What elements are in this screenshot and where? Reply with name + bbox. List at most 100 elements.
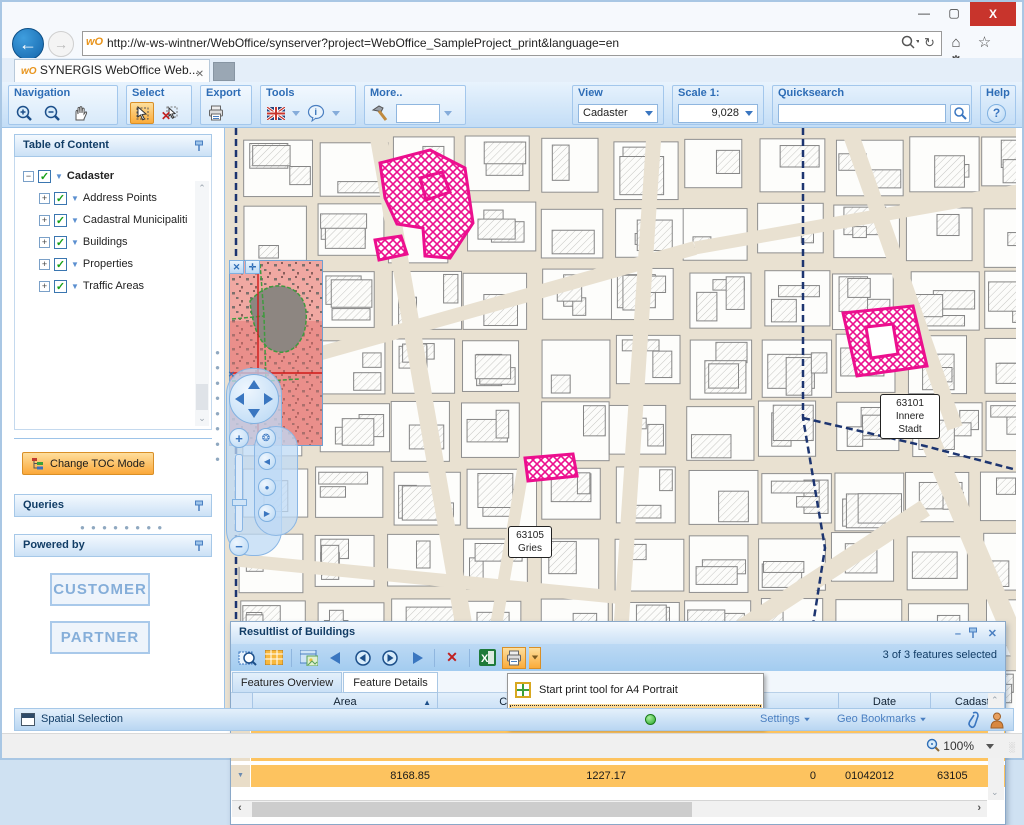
zoom-in-button[interactable]: + xyxy=(229,428,249,448)
expand-icon[interactable]: + xyxy=(39,237,50,248)
customer-logo[interactable]: CUSTOMER xyxy=(50,573,150,606)
expand-icon[interactable]: + xyxy=(39,215,50,226)
zoom-dropdown-icon[interactable] xyxy=(986,744,994,749)
close-button[interactable]: X xyxy=(970,2,1016,26)
scroll-thumb[interactable] xyxy=(252,802,692,817)
url-field[interactable]: http://w-ws-wintner/WebOffice/synserver?… xyxy=(82,31,942,56)
refresh-icon[interactable]: ↻ xyxy=(924,35,935,51)
full-extent-button[interactable]: ❂ xyxy=(256,428,276,448)
layer-label[interactable]: Buildings xyxy=(83,236,128,248)
new-tab-button[interactable] xyxy=(213,62,235,81)
layer-checkbox[interactable]: ✓ xyxy=(54,280,67,293)
overview-move-icon[interactable]: ✛ xyxy=(245,260,260,274)
expand-icon[interactable]: + xyxy=(39,193,50,204)
view-select[interactable]: Cadaster xyxy=(578,104,658,123)
row-options-icon[interactable]: ▼ xyxy=(231,765,251,787)
zoom-slider-thumb[interactable] xyxy=(232,499,247,506)
more-tools-select[interactable] xyxy=(396,104,440,123)
zoom-slider-track[interactable] xyxy=(235,454,243,532)
resultlist-horizontal-scrollbar[interactable]: ‹ › xyxy=(232,800,987,817)
back-button[interactable]: ← xyxy=(12,28,44,60)
toc-layer-row[interactable]: + ✓ ▼ Address Points xyxy=(39,189,157,207)
poweredby-panel-header[interactable]: Powered by xyxy=(14,534,212,557)
spatial-selection-icon[interactable] xyxy=(21,713,35,726)
next-extent-button[interactable]: ▶ xyxy=(258,504,276,522)
layer-checkbox[interactable]: ✓ xyxy=(54,214,67,227)
tools-hammer-icon[interactable] xyxy=(368,102,392,124)
scroll-down-icon[interactable]: ⌄ xyxy=(195,413,209,424)
layer-label[interactable]: Address Points xyxy=(83,192,157,204)
info-dropdown-icon[interactable] xyxy=(332,111,340,116)
scroll-up-icon[interactable]: ⌃ xyxy=(991,695,999,706)
panel-splitter-handle[interactable]: ● ● ● ● ● ● ● ● xyxy=(80,523,164,532)
excel-export-icon[interactable]: X xyxy=(475,647,499,669)
toc-root-row[interactable]: − ✓ ▼ Cadaster xyxy=(23,167,114,185)
table-view-icon[interactable] xyxy=(262,647,286,669)
pan-hand-icon[interactable] xyxy=(68,102,92,124)
print-results-icon[interactable] xyxy=(502,647,526,669)
favorites-star-icon[interactable]: ☆ xyxy=(972,33,996,51)
toc-layer-row[interactable]: + ✓ ▼ Cadastral Municipaliti xyxy=(39,211,187,229)
scale-dropdown-icon[interactable] xyxy=(745,111,753,116)
minimize-button[interactable]: — xyxy=(910,2,938,24)
search-icon[interactable] xyxy=(899,34,919,52)
layer-label[interactable]: Traffic Areas xyxy=(83,280,144,292)
toc-panel-header[interactable]: Table of Content xyxy=(14,134,212,157)
layer-checkbox[interactable]: ✓ xyxy=(54,258,67,271)
flag-dropdown-icon[interactable] xyxy=(292,111,300,116)
change-toc-mode-button[interactable]: Change TOC Mode xyxy=(22,452,154,475)
scroll-right-icon[interactable]: › xyxy=(977,802,981,814)
select-features-icon[interactable] xyxy=(130,102,154,124)
pan-compass-control[interactable] xyxy=(229,374,279,424)
scroll-thumb[interactable] xyxy=(196,384,208,410)
measure-pin-icon[interactable] xyxy=(965,711,981,729)
table-with-map-icon[interactable] xyxy=(297,647,321,669)
layer-dropdown-icon[interactable]: ▼ xyxy=(71,238,79,247)
first-feature-icon[interactable] xyxy=(324,647,348,669)
minimize-panel-icon[interactable]: – xyxy=(955,624,961,645)
clear-selection-icon[interactable]: ✕ xyxy=(158,102,182,124)
tab-feature-details[interactable]: Feature Details xyxy=(343,672,438,693)
home-icon[interactable]: ⌂ xyxy=(944,34,968,51)
layer-dropdown-icon[interactable]: ▼ xyxy=(71,216,79,225)
last-feature-icon[interactable] xyxy=(405,647,429,669)
layer-dropdown-icon[interactable]: ▼ xyxy=(71,260,79,269)
zoom-to-selection-icon[interactable] xyxy=(235,647,259,669)
resultlist-header[interactable]: Resultlist of Buildings – ✕ xyxy=(231,622,1005,645)
quicksearch-button[interactable] xyxy=(950,104,970,123)
table-row[interactable]: ▼ 8168.85 1227.17 0 01042012 63105 xyxy=(231,765,1005,789)
help-button[interactable]: ? xyxy=(987,104,1006,123)
layer-checkbox[interactable]: ✓ xyxy=(54,236,67,249)
expand-icon[interactable]: + xyxy=(39,281,50,292)
geo-bookmarks-menu[interactable]: Geo Bookmarks xyxy=(837,713,927,725)
tab-features-overview[interactable]: Features Overview xyxy=(232,672,342,693)
view-dropdown-icon[interactable] xyxy=(645,111,653,116)
menu-item-start-print-tool[interactable]: Start print tool for A4 Portrait xyxy=(509,675,762,704)
scale-input[interactable]: 9,028 xyxy=(678,104,758,123)
browser-zoom-icon[interactable] xyxy=(926,738,942,754)
toc-layer-row[interactable]: + ✓ ▼ Properties xyxy=(39,255,133,273)
zoom-out-button[interactable]: − xyxy=(229,536,249,556)
toc-scrollbar[interactable]: ⌃ ⌄ xyxy=(195,181,209,426)
layer-dropdown-icon[interactable]: ▼ xyxy=(71,194,79,203)
scroll-down-icon[interactable]: ⌄ xyxy=(991,787,999,798)
toc-layer-row[interactable]: + ✓ ▼ Traffic Areas xyxy=(39,277,144,295)
previous-extent-button[interactable]: ◀ xyxy=(258,452,276,470)
more-dropdown-icon[interactable] xyxy=(444,111,452,116)
print-dropdown-icon[interactable] xyxy=(529,647,541,669)
partner-logo[interactable]: PARTNER xyxy=(50,621,150,654)
queries-panel-header[interactable]: Queries xyxy=(14,494,212,517)
pin-icon[interactable] xyxy=(193,139,205,153)
language-flag-icon[interactable] xyxy=(264,102,288,124)
expand-icon[interactable]: + xyxy=(39,259,50,270)
layer-dropdown-icon[interactable]: ▼ xyxy=(55,172,63,181)
next-feature-icon[interactable] xyxy=(378,647,402,669)
zoom-in-icon[interactable] xyxy=(12,102,36,124)
quicksearch-input[interactable] xyxy=(778,104,946,123)
pin-icon[interactable] xyxy=(193,499,205,513)
resize-grip[interactable]: ░ xyxy=(1009,742,1016,752)
collapse-icon[interactable]: − xyxy=(23,171,34,182)
print-export-icon[interactable] xyxy=(204,102,228,124)
toc-layer-row[interactable]: + ✓ ▼ Buildings xyxy=(39,233,128,251)
layer-label[interactable]: Cadaster xyxy=(67,170,114,182)
